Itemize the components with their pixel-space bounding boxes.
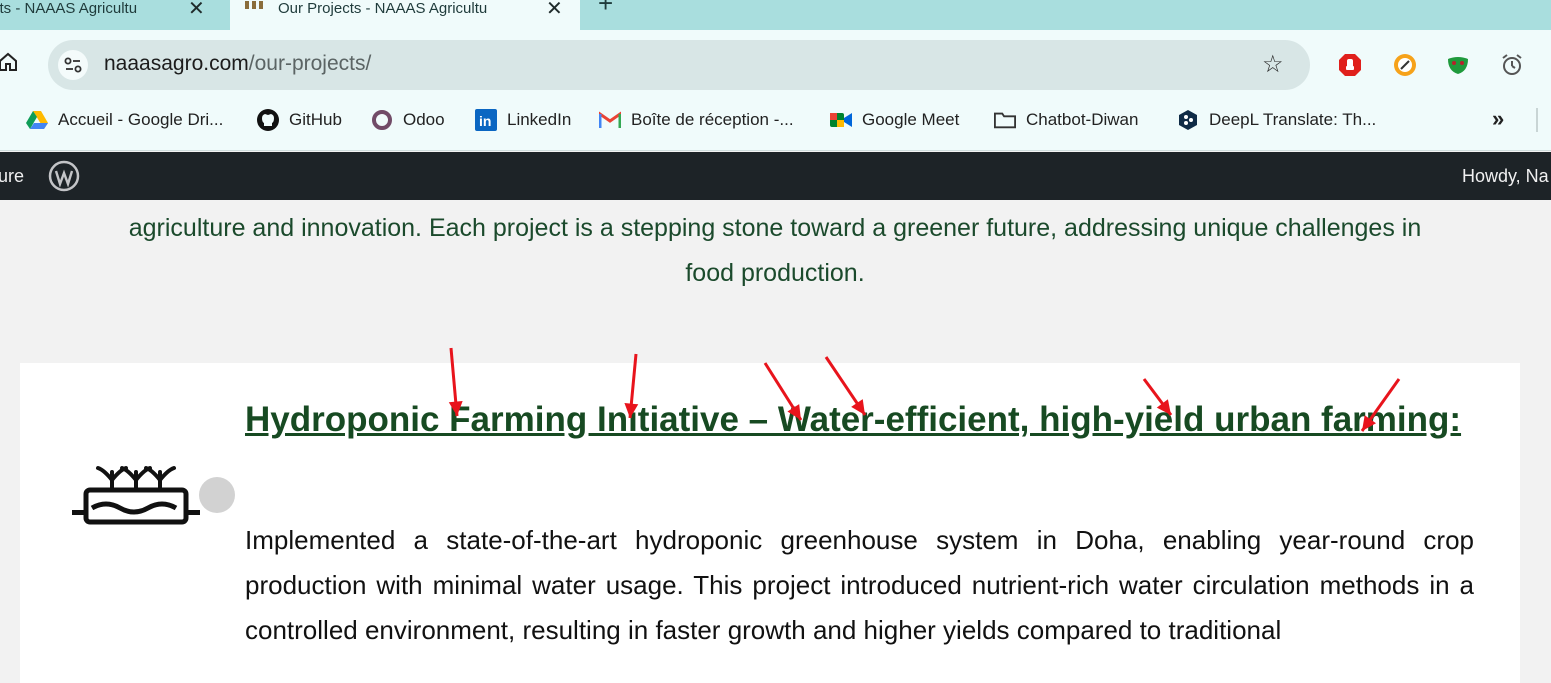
bookmark-linkedin[interactable]: in LinkedIn	[475, 108, 571, 132]
bookmark-deepl[interactable]: DeepL Translate: Th...	[1177, 108, 1376, 132]
tab-close-icon[interactable]: ✕	[188, 0, 205, 21]
bookmark-label: LinkedIn	[507, 110, 572, 129]
more-bookmarks-button[interactable]: »	[1492, 106, 1504, 132]
google-meet-icon	[830, 109, 852, 131]
bookmark-label: Google Meet	[862, 110, 960, 129]
google-drive-icon	[26, 109, 48, 131]
bookmarks-divider	[1536, 108, 1538, 132]
bookmark-label: Boîte de réception -...	[631, 110, 794, 129]
new-tab-button[interactable]: +	[598, 0, 613, 19]
home-icon[interactable]	[0, 52, 18, 72]
github-icon	[257, 109, 279, 131]
bookmark-label: Odoo	[403, 110, 445, 129]
bookmark-label: Chatbot-Diwan	[1026, 110, 1139, 129]
url-text[interactable]: naaasagro.com/our-projects/	[104, 52, 371, 76]
bookmark-label: DeepL Translate: Th...	[1209, 110, 1377, 129]
wp-admin-bar	[0, 152, 1551, 200]
bookmark-google-meet[interactable]: Google Meet	[830, 108, 959, 132]
bookmark-github[interactable]: GitHub	[257, 108, 342, 132]
tab-active[interactable]: Our Projects - NAAAS Agricultu ✕	[230, 0, 580, 30]
svg-text:in: in	[479, 113, 491, 129]
tab-close-icon[interactable]: ✕	[546, 0, 563, 21]
url-path: /our-projects/	[248, 52, 372, 75]
mask-icon[interactable]	[1446, 53, 1470, 77]
tune-icon	[64, 57, 82, 73]
admin-bar-site-name[interactable]: ure	[0, 166, 24, 187]
bookmark-google-drive[interactable]: Accueil - Google Dri...	[26, 108, 223, 132]
adblock-icon[interactable]	[1338, 53, 1362, 77]
project-description: Implemented a state-of-the-art hydroponi…	[245, 525, 1474, 645]
admin-bar-howdy[interactable]: Howdy, Na	[1462, 166, 1549, 187]
odoo-icon	[371, 109, 393, 131]
project-marker-dot	[199, 477, 235, 513]
bookmark-label: Accueil - Google Dri...	[58, 110, 224, 129]
url-domain: naaasagro.com	[104, 52, 249, 75]
linkedin-icon: in	[475, 109, 497, 131]
bookmark-star-icon[interactable]: ☆	[1262, 50, 1284, 79]
speed-icon[interactable]	[1393, 53, 1417, 77]
project-title-link[interactable]: Hydroponic Farming Initiative – Water-ef…	[245, 402, 1474, 438]
folder-icon	[994, 109, 1016, 131]
gmail-icon	[599, 109, 621, 131]
bookmark-gmail[interactable]: Boîte de réception -...	[599, 108, 794, 132]
deepl-icon	[1177, 109, 1199, 131]
tab-title: cts - NAAAS Agricultu	[0, 0, 138, 17]
intro-text: agriculture and innovation. Each project…	[128, 214, 1422, 287]
site-info-button[interactable]	[58, 50, 88, 80]
bookmark-label: GitHub	[289, 110, 342, 129]
tab-inactive[interactable]: cts - NAAAS Agricultu ✕	[0, 0, 228, 30]
bookmark-odoo[interactable]: Odoo	[371, 108, 445, 132]
wordpress-icon[interactable]	[48, 160, 80, 192]
bookmark-chatbot-diwan[interactable]: Chatbot-Diwan	[994, 108, 1138, 132]
tab-favicon-icon	[245, 1, 263, 9]
alarm-icon[interactable]	[1500, 53, 1524, 77]
hydroponics-icon	[72, 466, 200, 525]
tab-title: Our Projects - NAAAS Agricultu	[278, 0, 488, 17]
